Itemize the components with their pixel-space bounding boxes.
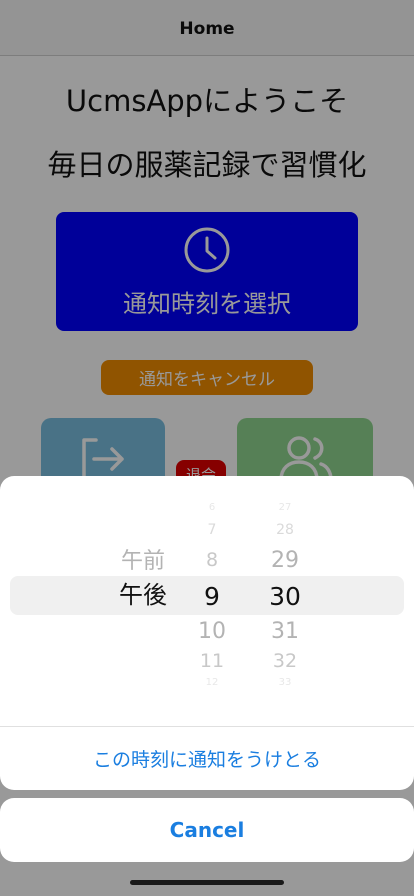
picker-hour-option[interactable]: 12 (180, 678, 244, 688)
picker-hour-option[interactable]: 10 (180, 621, 244, 643)
picker-ampm-option[interactable]: 午前 (100, 551, 186, 573)
time-picker[interactable]: 午前 午後 6 7 8 9 10 11 12 27 28 29 30 31 32… (0, 476, 414, 726)
picker-hour-option[interactable]: 11 (180, 652, 244, 671)
picker-hour-option[interactable]: 8 (180, 551, 244, 570)
picker-minute-option[interactable]: 29 (250, 550, 320, 572)
cancel-button[interactable]: Cancel (0, 798, 414, 862)
picker-minute-option[interactable]: 27 (250, 503, 320, 513)
home-indicator[interactable] (130, 880, 284, 885)
confirm-time-button[interactable]: この時刻に通知をうけとる (0, 727, 414, 790)
picker-minute-option[interactable]: 33 (250, 678, 320, 688)
picker-minute-option[interactable]: 31 (250, 621, 320, 643)
time-picker-sheet: 午前 午後 6 7 8 9 10 11 12 27 28 29 30 31 32… (0, 476, 414, 790)
picker-minute-option[interactable]: 28 (250, 523, 320, 537)
picker-ampm-selected[interactable]: 午後 (100, 583, 186, 607)
picker-hour-option[interactable]: 6 (180, 503, 244, 513)
picker-hour-option[interactable]: 7 (180, 523, 244, 537)
picker-minute-option[interactable]: 32 (250, 652, 320, 671)
picker-minute-selected[interactable]: 30 (250, 584, 320, 609)
picker-hour-selected[interactable]: 9 (180, 584, 244, 609)
